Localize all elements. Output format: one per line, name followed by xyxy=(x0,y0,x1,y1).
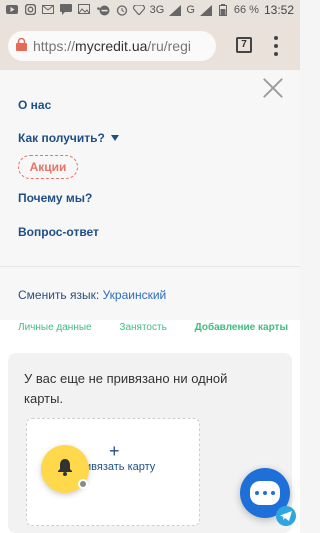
clock-time: 13:52 xyxy=(263,3,294,17)
close-icon[interactable] xyxy=(262,77,284,99)
message-icon xyxy=(60,3,72,15)
telegram-icon[interactable] xyxy=(276,506,296,526)
navigation-drawer: О нас Как получить? Акции Почему мы? Воп… xyxy=(0,70,300,320)
url-prefix: https:// xyxy=(33,38,76,54)
browser-menu-button[interactable] xyxy=(270,36,282,56)
nav-how-to-get[interactable]: Как получить? xyxy=(18,131,119,145)
nav-why-us[interactable]: Почему мы? xyxy=(18,191,92,205)
language-label: Сменить язык: xyxy=(18,288,100,302)
do-not-disturb-icon xyxy=(99,4,111,16)
image-icon xyxy=(78,3,90,15)
tab-switcher-button[interactable]: 7 xyxy=(236,37,252,53)
nav-about[interactable]: О нас xyxy=(18,98,51,112)
language-row: Сменить язык: Украинский xyxy=(18,288,166,302)
nav-faq[interactable]: Вопрос-ответ xyxy=(18,225,99,239)
nav-how-to-get-label: Как получить? xyxy=(18,131,105,145)
youtube-icon xyxy=(6,3,18,15)
no-cards-message: У вас еще не привязано ни одной карты. xyxy=(24,371,228,406)
notification-bell-button[interactable] xyxy=(41,445,89,493)
email-icon xyxy=(42,3,54,15)
language-switcher: Сменить язык: Украинский xyxy=(0,266,300,320)
dot-icon xyxy=(274,44,278,48)
alarm-icon xyxy=(116,4,128,16)
badge-dot xyxy=(78,479,88,489)
dot-icon xyxy=(274,36,278,40)
step-add-card: Добавление карты xyxy=(194,322,288,333)
battery-icon xyxy=(217,4,229,16)
address-bar[interactable]: https://mycredit.ua/ru/regi xyxy=(8,31,216,61)
instagram-icon xyxy=(24,3,36,15)
signal-icon-2 xyxy=(199,4,212,16)
registration-steps: Личные данные Занятость Добавление карты xyxy=(18,322,288,338)
plus-icon: + xyxy=(109,441,120,461)
dot-icon xyxy=(274,52,278,56)
status-bar: ••• 3G G 66 % 13:52 xyxy=(0,0,300,22)
chat-icon xyxy=(250,481,280,505)
system-indicators: 3G G 66 % 13:52 xyxy=(99,3,294,17)
nav-promotions-button[interactable]: Акции xyxy=(18,155,78,179)
signal-icon xyxy=(169,4,182,16)
bell-icon xyxy=(57,458,73,481)
network-type: 3G xyxy=(149,4,165,16)
battery-percent: 66 % xyxy=(233,4,259,16)
lock-icon xyxy=(16,37,27,54)
dot-icon xyxy=(255,491,259,495)
browser-toolbar: https://mycredit.ua/ru/regi 7 xyxy=(0,22,300,70)
language-link[interactable]: Украинский xyxy=(103,288,167,302)
step-employment: Занятость xyxy=(119,322,167,333)
notification-icons: ••• xyxy=(6,3,108,15)
url-path: /ru/regi xyxy=(147,38,191,54)
diamond-icon xyxy=(132,4,145,16)
url-domain: mycredit.ua xyxy=(75,38,148,54)
network-g-label: G xyxy=(186,4,195,16)
step-personal-data: Личные данные xyxy=(18,322,92,333)
url-text: https://mycredit.ua/ru/regi xyxy=(33,38,191,54)
dot-icon xyxy=(263,491,267,495)
caret-down-icon xyxy=(110,135,119,141)
dot-icon xyxy=(271,491,275,495)
